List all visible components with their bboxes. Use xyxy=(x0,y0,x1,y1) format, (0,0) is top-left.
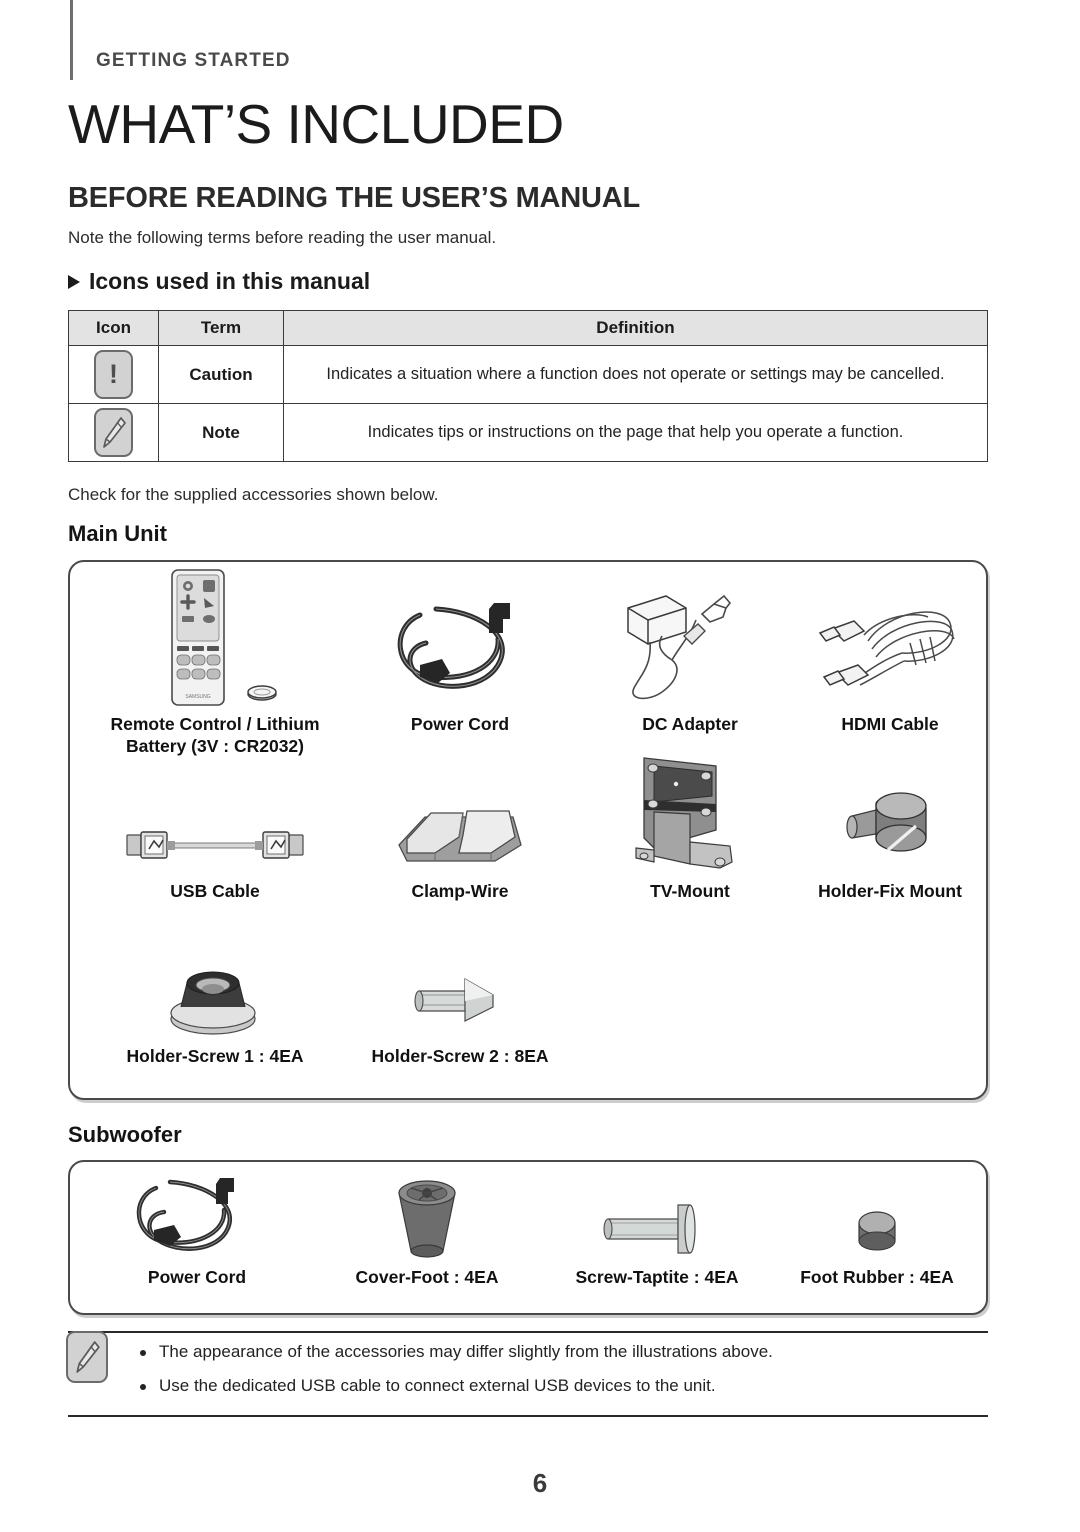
note-icon-cell xyxy=(68,403,159,462)
accessory-caption: USB Cable xyxy=(170,881,260,901)
footer-note-list: The appearance of the accessories may di… xyxy=(140,1342,990,1410)
note-pencil-icon xyxy=(66,1331,108,1383)
accessory-caption: Holder-Fix Mount xyxy=(818,881,962,901)
accessory-caption: Power Cord xyxy=(410,714,510,734)
accessory-item-holder-fix-mount: Holder-Fix Mount xyxy=(790,752,990,903)
main-unit-box: SAMSUNG Remote Control / Lithium Battery… xyxy=(68,560,988,1100)
page-number: 6 xyxy=(532,1468,548,1498)
accessory-caption: HDMI Cable xyxy=(841,714,939,734)
header-accent-bar xyxy=(70,0,73,80)
accessory-item-remote-control: SAMSUNG Remote Control / Lithium Battery… xyxy=(90,569,340,757)
clamp-wire-illustration xyxy=(340,752,580,877)
caution-icon: ! xyxy=(94,350,133,399)
accessory-item-power-cord: Power Cord xyxy=(340,570,580,736)
table-header-row: Icon Term Definition xyxy=(68,310,988,346)
table-row: ! Caution Indicates a situation where a … xyxy=(68,345,988,404)
accessories-lead-note: Check for the supplied accessories shown… xyxy=(68,485,439,504)
accessory-caption: Holder-Screw 2 : 8EA xyxy=(371,1046,549,1066)
accessory-caption: Screw-Taptite : 4EA xyxy=(575,1267,739,1287)
accessory-caption: DC Adapter xyxy=(642,714,738,734)
footer-note-text: Use the dedicated USB cable to connect e… xyxy=(159,1376,716,1395)
foot-rubber-illustration xyxy=(772,1168,982,1263)
sub-power-cord-illustration xyxy=(82,1168,312,1263)
bullet-icon xyxy=(140,1350,146,1356)
dc-adapter-illustration xyxy=(575,570,805,710)
accessory-item-clamp-wire: Clamp-Wire xyxy=(340,752,580,903)
svg-text:SAMSUNG: SAMSUNG xyxy=(185,694,210,700)
accessory-item-cover-foot: Cover-Foot : 4EA xyxy=(312,1168,542,1289)
accessory-item-dc-adapter: DC Adapter xyxy=(575,570,805,736)
holder-screw-1-illustration xyxy=(90,932,340,1042)
note-pencil-icon xyxy=(94,408,133,457)
accessory-item-screw-taptite: Screw-Taptite : 4EA xyxy=(542,1168,772,1289)
bullet-icon xyxy=(140,1384,146,1390)
table-row: Note Indicates tips or instructions on t… xyxy=(68,403,988,462)
accessory-caption: Foot Rubber : 4EA xyxy=(800,1267,954,1287)
column-header-icon: Icon xyxy=(68,310,159,346)
accessory-caption: Cover-Foot : 4EA xyxy=(355,1267,499,1287)
footer-note-icon-wrap xyxy=(66,1331,108,1383)
accessory-caption: TV-Mount xyxy=(650,881,730,901)
term-caution: Caution xyxy=(158,345,284,404)
chapter-kicker: GETTING STARTED xyxy=(96,50,291,71)
usb-cable-illustration xyxy=(90,752,340,877)
main-unit-label: Main Unit xyxy=(68,521,167,546)
definition-note: Indicates tips or instructions on the pa… xyxy=(283,403,988,462)
exclamation-glyph: ! xyxy=(109,359,118,389)
tv-mount-illustration xyxy=(575,752,805,877)
accessory-item-foot-rubber: Foot Rubber : 4EA xyxy=(772,1168,982,1289)
remote-control-illustration: SAMSUNG xyxy=(90,569,340,710)
section-intro: Note the following terms before reading … xyxy=(68,228,497,247)
accessory-item-hdmi-cable: HDMI Cable xyxy=(790,570,990,736)
pencil-glyph xyxy=(102,416,126,448)
footer-rule-bottom xyxy=(68,1415,988,1418)
pencil-glyph xyxy=(75,1340,100,1373)
list-item: The appearance of the accessories may di… xyxy=(140,1342,990,1362)
accessory-caption: Clamp-Wire xyxy=(411,881,509,901)
caution-icon-cell: ! xyxy=(68,345,159,404)
definition-caution: Indicates a situation where a function d… xyxy=(283,345,988,404)
holder-screw-2-illustration xyxy=(340,932,580,1042)
list-item: Use the dedicated USB cable to connect e… xyxy=(140,1376,990,1396)
accessory-item-tv-mount: TV-Mount xyxy=(575,752,805,903)
accessory-caption: Remote Control / Lithium Battery (3V : C… xyxy=(110,714,320,756)
manual-page: GETTING STARTED WHAT’S INCLUDED BEFORE R… xyxy=(0,0,1080,1532)
footer-note-text: The appearance of the accessories may di… xyxy=(159,1342,773,1361)
accessory-item-sub-power-cord: Power Cord xyxy=(82,1168,312,1289)
accessory-caption: Power Cord xyxy=(147,1267,247,1287)
triangle-bullet-icon xyxy=(68,274,80,289)
accessory-item-holder-screw-1: Holder-Screw 1 : 4EA xyxy=(90,932,340,1068)
term-note: Note xyxy=(158,403,284,462)
accessory-caption: Holder-Screw 1 : 4EA xyxy=(126,1046,304,1066)
subsection-heading-label: Icons used in this manual xyxy=(89,268,371,294)
subwoofer-box: Power Cord Cover-Foot : 4EA Screw-Taptit… xyxy=(68,1160,988,1315)
section-title: BEFORE READING THE USER’S MANUAL xyxy=(68,182,641,214)
footer-rule-top xyxy=(68,1331,988,1334)
cover-foot-illustration xyxy=(312,1168,542,1263)
hdmi-cable-illustration xyxy=(790,570,990,710)
accessory-item-holder-screw-2: Holder-Screw 2 : 8EA xyxy=(340,932,580,1068)
accessory-item-usb-cable: USB Cable xyxy=(90,752,340,903)
power-cord-illustration xyxy=(340,570,580,710)
column-header-definition: Definition xyxy=(283,310,988,346)
subsection-heading: Icons used in this manual xyxy=(68,268,370,295)
column-header-term: Term xyxy=(158,310,284,346)
icons-legend-table: Icon Term Definition ! Caution Indicates… xyxy=(68,310,988,462)
holder-fix-mount-illustration xyxy=(790,752,990,877)
subwoofer-label: Subwoofer xyxy=(68,1122,182,1147)
screw-taptite-illustration xyxy=(542,1168,772,1263)
page-title: WHAT’S INCLUDED xyxy=(68,93,564,155)
